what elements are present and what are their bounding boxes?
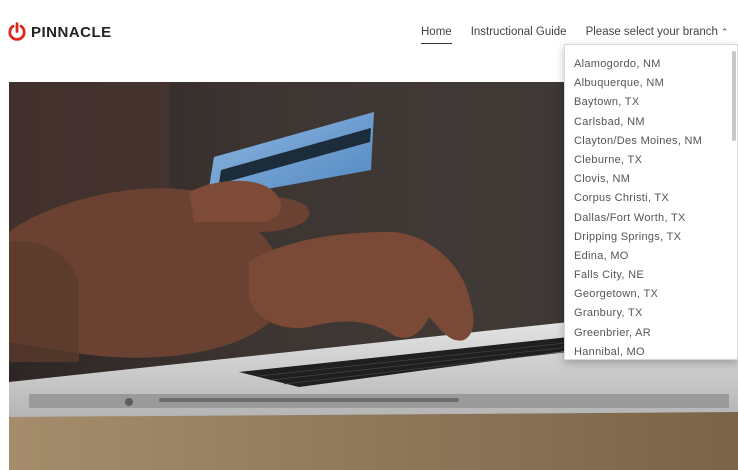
branch-select[interactable]: Please select your branch ⌃ [586, 26, 729, 38]
power-icon [8, 22, 26, 41]
main-nav: Home Instructional Guide Please select y… [421, 26, 728, 44]
brand-name: PINNACLE [31, 23, 112, 41]
branch-dropdown[interactable]: Alamogordo, NM Albuquerque, NM Baytown, TX… [564, 44, 738, 360]
branch-option[interactable]: Falls City, NE [565, 266, 737, 285]
branch-option[interactable]: Carlsbad, NM [565, 113, 737, 132]
branch-option[interactable]: Granbury, TX [565, 304, 737, 323]
branch-select-label: Please select your branch [585, 26, 718, 38]
branch-option[interactable]: Clayton/Des Moines, NM [565, 132, 737, 151]
dropdown-scrollbar[interactable] [732, 51, 736, 141]
branch-option[interactable]: Dripping Springs, TX [565, 228, 737, 247]
branch-option[interactable]: Baytown, TX [565, 93, 737, 112]
branch-option[interactable]: Hannibal, MO [565, 343, 737, 359]
branch-option[interactable]: Cleburne, TX [565, 151, 737, 170]
chevron-up-icon: ⌃ [720, 26, 729, 37]
nav-instructional-guide-link[interactable]: Instructional Guide [471, 26, 567, 38]
brand-logo[interactable]: PINNACLE [7, 22, 112, 42]
branch-option[interactable]: Greenbrier, AR [565, 324, 737, 343]
branch-list: Alamogordo, NM Albuquerque, NM Baytown, TX… [565, 45, 737, 359]
branch-option[interactable]: Alamogordo, NM [565, 55, 737, 74]
branch-option[interactable]: Corpus Christi, TX [565, 189, 737, 208]
branch-option[interactable]: Albuquerque, NM [565, 74, 737, 93]
nav-home-link[interactable]: Home [421, 26, 452, 44]
branch-option[interactable]: Clovis, NM [565, 170, 737, 189]
branch-option[interactable]: Dallas/Fort Worth, TX [565, 209, 737, 228]
branch-option[interactable]: Georgetown, TX [565, 285, 737, 304]
branch-option[interactable]: Edina, MO [565, 247, 737, 266]
